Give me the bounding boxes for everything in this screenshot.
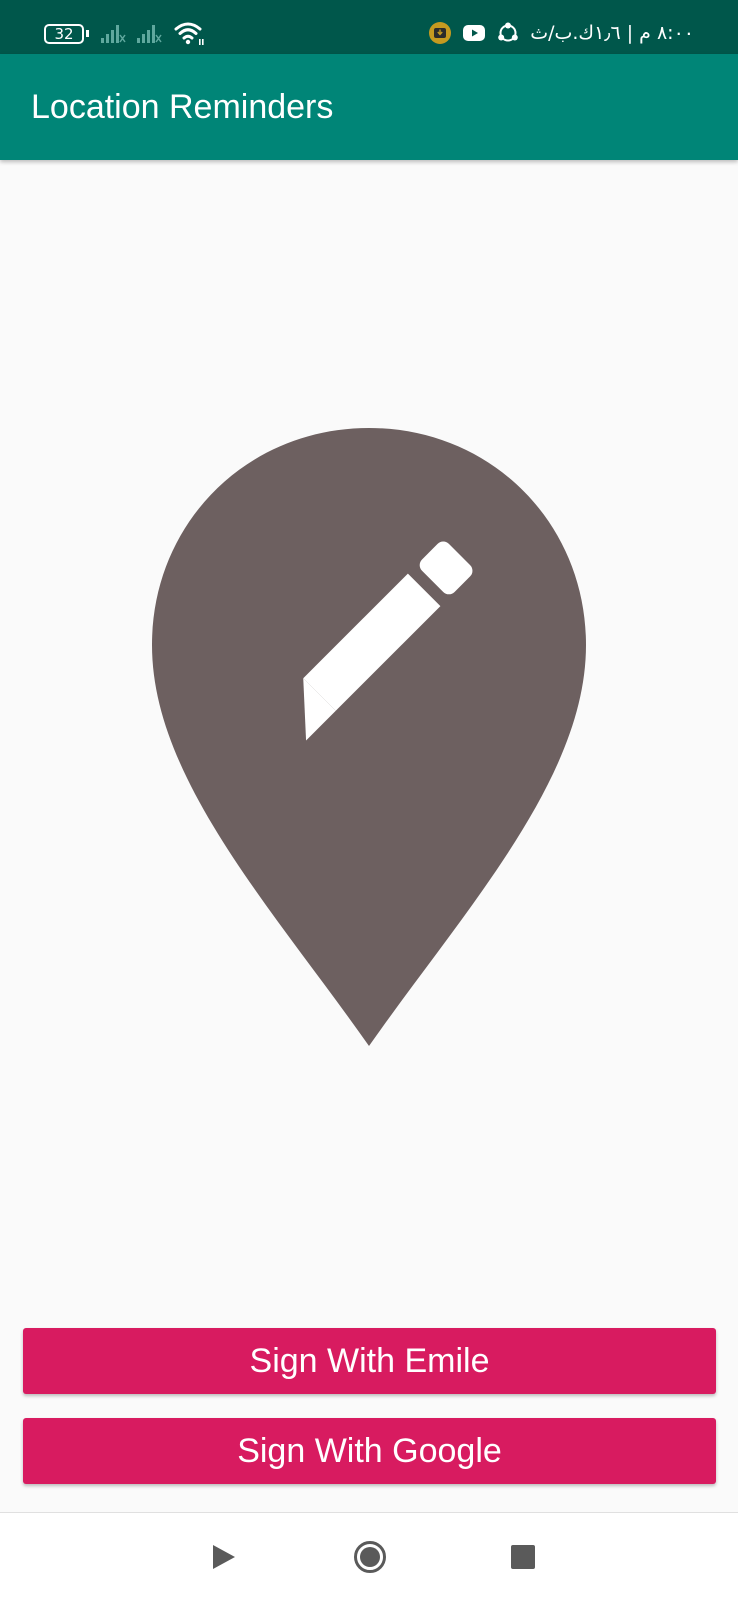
share-icon: [498, 22, 519, 42]
signal-icon: [137, 25, 162, 43]
home-icon[interactable]: [352, 1539, 388, 1575]
battery-level: 32: [54, 25, 74, 43]
signal-icon: [101, 25, 126, 43]
app-title: Location Reminders: [31, 88, 334, 126]
location-edit-icon: [152, 428, 586, 1046]
navigation-bar: [0, 1512, 738, 1601]
back-icon[interactable]: [205, 1539, 241, 1575]
battery-tip: [86, 30, 89, 37]
sign-in-google-button[interactable]: Sign With Google: [23, 1418, 716, 1484]
app-bar: Location Reminders: [0, 54, 738, 160]
map-pin-shape: [152, 428, 586, 1046]
status-time: ٨:٠٠ م | ١٫٦ك.ب/ث: [530, 22, 694, 44]
download-notification-icon: [429, 22, 452, 44]
sign-in-email-button[interactable]: Sign With Emile: [23, 1328, 716, 1394]
battery-icon: 32: [44, 24, 84, 44]
recents-icon[interactable]: [505, 1539, 541, 1575]
status-right-group: ٨:٠٠ م | ١٫٦ك.ب/ث: [428, 20, 694, 46]
youtube-icon: [463, 25, 486, 41]
wifi-icon: [174, 22, 204, 45]
status-bar: 32 ٨:٠٠ م | ١٫٦ك.ب/ث: [0, 0, 738, 54]
